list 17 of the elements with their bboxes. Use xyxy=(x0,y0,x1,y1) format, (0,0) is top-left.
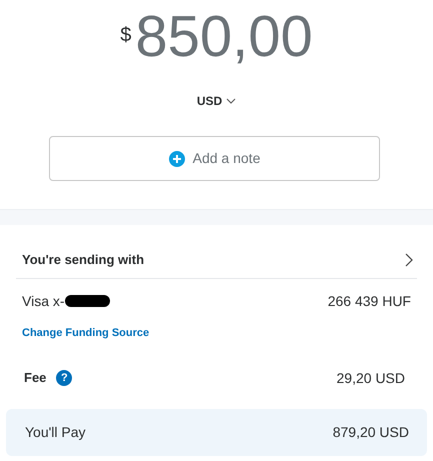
chevron-right-icon[interactable] xyxy=(405,252,413,267)
total-label: You'll Pay xyxy=(25,422,86,442)
currency-symbol: $ xyxy=(120,25,132,45)
amount-value: 850,00 xyxy=(135,8,313,66)
plus-circle-icon xyxy=(168,150,185,166)
change-funding-link[interactable]: Change Funding Source xyxy=(22,326,150,338)
help-icon[interactable]: ? xyxy=(56,370,72,386)
fee-amount: 29,20 USD xyxy=(336,368,405,388)
add-note-button[interactable]: Add a note xyxy=(49,136,380,181)
funding-source: Visa x- xyxy=(22,292,65,310)
section-heading: You're sending with xyxy=(22,251,144,269)
source-amount: 266 439 HUF xyxy=(328,292,411,310)
total-amount: 879,20 USD xyxy=(332,422,409,442)
fee-label: Fee xyxy=(24,369,46,388)
currency-dropdown[interactable]: USD xyxy=(196,92,236,110)
redaction-mark xyxy=(64,295,110,307)
chevron-down-icon xyxy=(226,98,236,104)
